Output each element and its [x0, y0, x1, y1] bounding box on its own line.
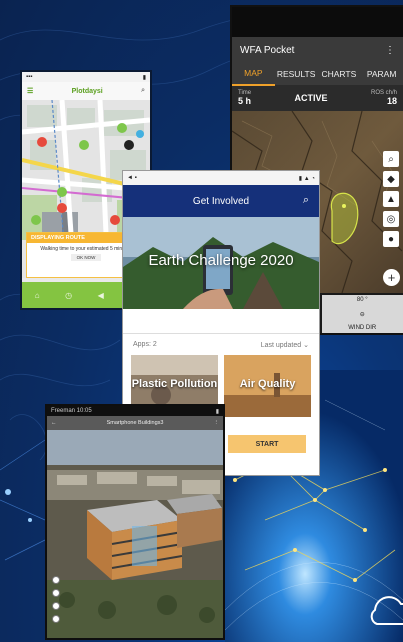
tab-results[interactable]: RESULTS [275, 63, 318, 85]
map-tool-column: ⌕ ◆ ▲ ◎ ● [383, 151, 399, 247]
brand-logo: Plotdaysi [71, 87, 103, 95]
status-bar: ◄ ▪ ▮ ▲ ◔ [123, 171, 319, 185]
3d-city-scene[interactable] [47, 430, 223, 640]
phone-top-bezel [232, 7, 403, 37]
status-bar: ▪▪▪ ▮ [22, 72, 150, 82]
map-app-bar: ☰ Plotdaysi ⌕ [22, 82, 150, 100]
rotate-button[interactable] [52, 602, 60, 610]
hero-title: Earth Challenge 2020 [148, 252, 294, 269]
tab-param[interactable]: PARAM [360, 63, 403, 85]
navigate-icon[interactable]: ▲ [383, 191, 399, 207]
tab-charts[interactable]: CHARTS [318, 63, 361, 85]
zoom-out-button[interactable] [52, 589, 60, 597]
route-ok-button[interactable]: OK NOW [71, 254, 101, 261]
search-icon[interactable]: ⌕ [141, 87, 145, 95]
time-stat: Time 5 h [238, 90, 252, 106]
search-icon[interactable]: ⌕ [383, 151, 399, 167]
ros-stat: ROS ch/h 18 [370, 90, 397, 106]
wind-dir-tile[interactable]: 80 ° ⊖ WIND DIR [321, 295, 403, 333]
home-icon[interactable]: ⌂ [35, 291, 40, 300]
search-icon[interactable]: ⌕ [303, 194, 309, 207]
add-button[interactable]: + [383, 269, 400, 286]
wfa-app-bar: WFA Pocket ⋮ [232, 37, 403, 63]
city-app-title: Smartphone Buildings3 [106, 420, 164, 426]
more-vert-icon[interactable]: ⋮ [214, 420, 220, 426]
chevron-down-icon: ⌄ [303, 341, 309, 349]
apps-list-header: Apps: 2 Last updated ⌄ [123, 333, 319, 355]
wfa-app-title: WFA Pocket [240, 44, 295, 56]
compass-button[interactable] [52, 615, 60, 623]
sort-select[interactable]: Last updated ⌄ [261, 341, 309, 349]
start-button[interactable]: START [228, 435, 306, 453]
3d-buildings-screenshot: Freeman 10:05 ▮ ← Smartphone Buildings3 ⋮ [45, 404, 225, 640]
tab-map[interactable]: MAP [232, 62, 275, 86]
city-app-bar: ← Smartphone Buildings3 ⋮ [47, 416, 223, 430]
wind-direction-icon: ⊖ [359, 311, 365, 318]
pin-icon[interactable]: ● [383, 231, 399, 247]
layers-icon[interactable]: ◆ [383, 171, 399, 187]
back-icon[interactable]: ← [51, 420, 57, 426]
status-bar: Freeman 10:05 ▮ [47, 406, 223, 416]
earth-app-bar: Get Involved ⌕ [123, 185, 319, 217]
zoom-in-button[interactable] [52, 576, 60, 584]
more-vert-icon[interactable]: ⋮ [385, 45, 395, 56]
app-card-air-quality[interactable]: Air Quality [224, 355, 311, 417]
clock-icon[interactable]: ◷ [65, 291, 72, 300]
wfa-stats-bar: Time 5 h ACTIVE ROS ch/h 18 [232, 85, 403, 111]
sound-icon[interactable]: ◀ [98, 291, 104, 300]
app-card-label: Plastic Pollution [131, 378, 218, 390]
menu-icon[interactable]: ☰ [27, 87, 33, 95]
app-card-label: Air Quality [239, 378, 296, 390]
page-title: Get Involved [192, 195, 250, 207]
apps-count: Apps: 2 [133, 341, 157, 348]
wfa-tab-bar: MAP RESULTS CHARTS PARAM [232, 62, 403, 86]
status-badge: ACTIVE [294, 93, 328, 103]
target-icon[interactable]: ◎ [383, 211, 399, 227]
hero-banner[interactable]: Earth Challenge 2020 [123, 217, 319, 309]
